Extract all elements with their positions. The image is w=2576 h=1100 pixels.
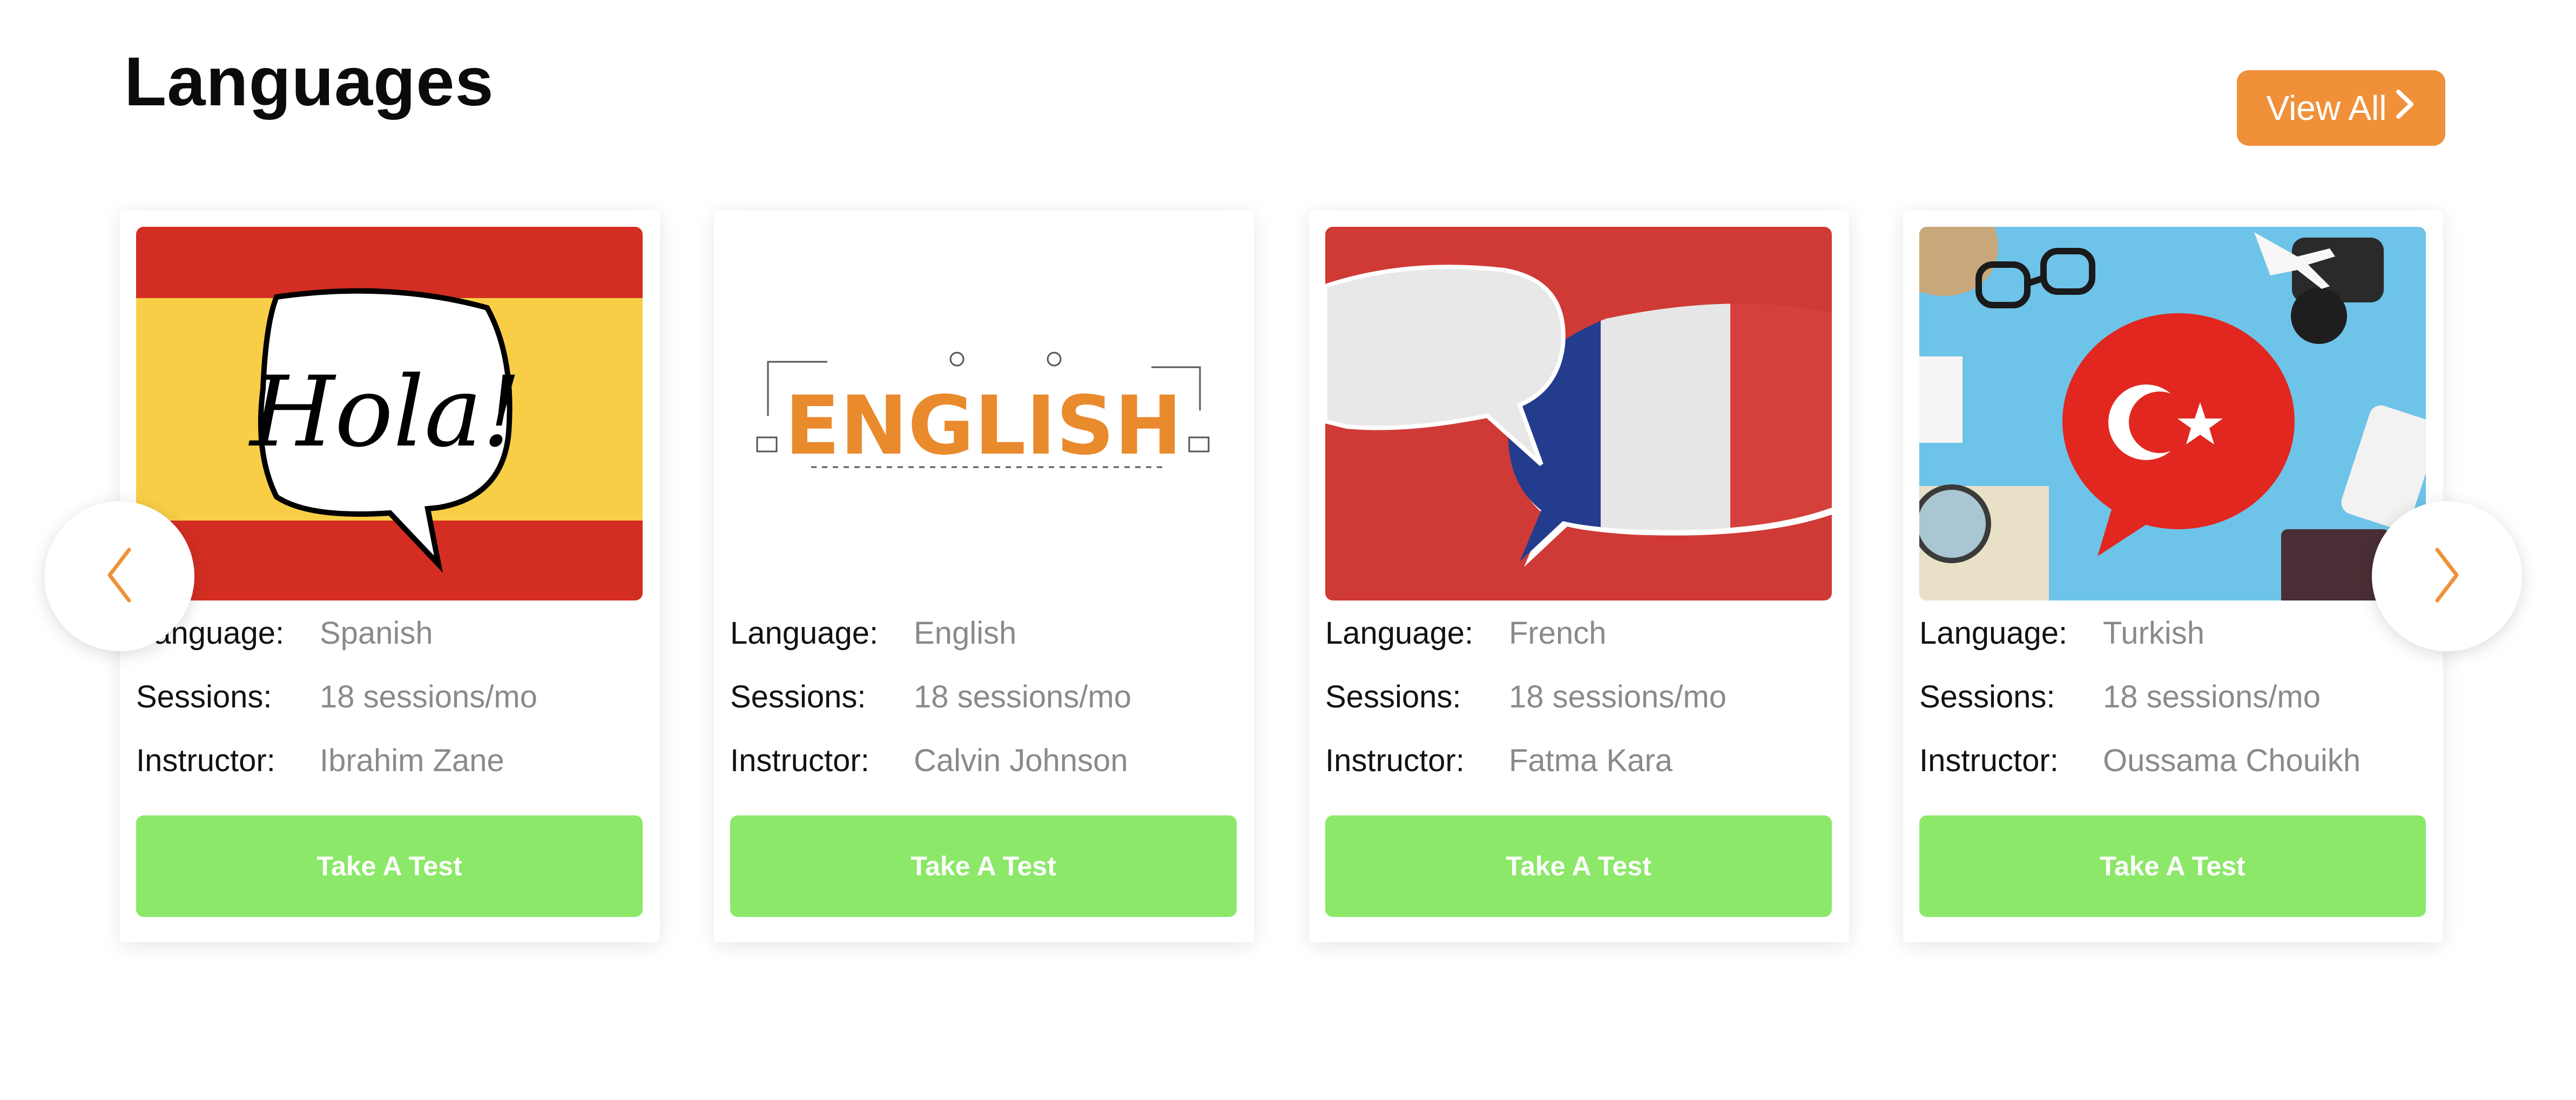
language-value: Turkish bbox=[2103, 615, 2204, 651]
image-caption: Hola! bbox=[248, 356, 522, 469]
sessions-row: Sessions: 18 sessions/mo bbox=[730, 675, 1131, 718]
section-title: Languages bbox=[124, 43, 494, 120]
french-speech-bubble-image bbox=[1325, 227, 1832, 600]
instructor-label: Instructor: bbox=[1919, 743, 2059, 778]
instructor-value: Calvin Johnson bbox=[914, 743, 1128, 778]
chevron-right-icon bbox=[2432, 545, 2462, 608]
sessions-value: 18 sessions/mo bbox=[1509, 679, 1727, 714]
language-label: Language: bbox=[1919, 615, 2068, 651]
language-row: Language: Turkish bbox=[1919, 611, 2204, 654]
chevron-left-icon bbox=[104, 545, 134, 608]
image-caption: ENGLISH bbox=[785, 379, 1182, 473]
language-value: English bbox=[914, 615, 1017, 651]
sessions-label: Sessions: bbox=[136, 679, 272, 714]
language-card: ENGLISH Language: English Sessions: 18 s… bbox=[714, 211, 1254, 942]
take-a-test-button[interactable]: Take A Test bbox=[1325, 815, 1832, 917]
instructor-label: Instructor: bbox=[730, 743, 869, 778]
sessions-label: Sessions: bbox=[1919, 679, 2055, 714]
sessions-value: 18 sessions/mo bbox=[914, 679, 1131, 714]
carousel-next-button[interactable] bbox=[2372, 501, 2522, 651]
language-value: French bbox=[1509, 615, 1607, 651]
sessions-row: Sessions: 18 sessions/mo bbox=[1325, 675, 1727, 718]
take-a-test-button[interactable]: Take A Test bbox=[136, 815, 643, 917]
instructor-value: Ibrahim Zane bbox=[320, 743, 504, 778]
language-row: Language: English bbox=[730, 611, 1016, 654]
english-word-image: ENGLISH bbox=[730, 227, 1237, 600]
turkish-speech-bubble-image bbox=[1919, 227, 2426, 600]
language-card: Language: French Sessions: 18 sessions/m… bbox=[1309, 211, 1849, 942]
view-all-button[interactable]: View All bbox=[2237, 70, 2445, 146]
language-value: Spanish bbox=[320, 615, 433, 651]
language-card: Hola! Language: Spanish Sessions: 18 ses… bbox=[120, 211, 660, 942]
language-row: Language: French bbox=[1325, 611, 1607, 654]
take-a-test-button[interactable]: Take A Test bbox=[730, 815, 1237, 917]
instructor-label: Instructor: bbox=[1325, 743, 1465, 778]
instructor-row: Instructor: Fatma Kara bbox=[1325, 739, 1673, 782]
instructor-row: Instructor: Calvin Johnson bbox=[730, 739, 1128, 782]
instructor-value: Fatma Kara bbox=[1509, 743, 1673, 778]
sessions-value: 18 sessions/mo bbox=[2103, 679, 2321, 714]
sessions-value: 18 sessions/mo bbox=[320, 679, 537, 714]
spanish-flag-image: Hola! bbox=[136, 227, 643, 600]
instructor-label: Instructor: bbox=[136, 743, 275, 778]
language-label: Language: bbox=[730, 615, 879, 651]
language-label: Language: bbox=[1325, 615, 1474, 651]
sessions-row: Sessions: 18 sessions/mo bbox=[136, 675, 537, 718]
instructor-value: Oussama Chouikh bbox=[2103, 743, 2361, 778]
language-card: Language: Turkish Sessions: 18 sessions/… bbox=[1903, 211, 2443, 942]
sessions-label: Sessions: bbox=[1325, 679, 1461, 714]
instructor-row: Instructor: Ibrahim Zane bbox=[136, 739, 504, 782]
take-a-test-button[interactable]: Take A Test bbox=[1919, 815, 2426, 917]
view-all-label: View All bbox=[2266, 89, 2387, 127]
sessions-row: Sessions: 18 sessions/mo bbox=[1919, 675, 2321, 718]
sessions-label: Sessions: bbox=[730, 679, 866, 714]
carousel-prev-button[interactable] bbox=[44, 501, 194, 651]
chevron-right-icon bbox=[2394, 88, 2416, 128]
instructor-row: Instructor: Oussama Chouikh bbox=[1919, 739, 2361, 782]
